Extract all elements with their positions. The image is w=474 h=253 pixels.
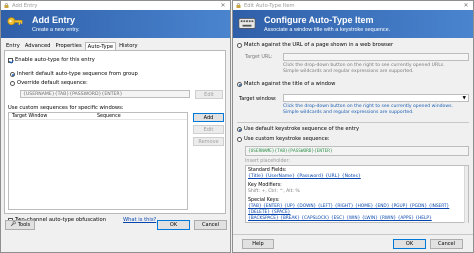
add-button[interactable]: Add (193, 113, 224, 122)
help-button[interactable]: Help (242, 239, 274, 249)
enable-auto-type-row[interactable]: Enable auto-type for this entry (8, 57, 95, 63)
tools-button[interactable]: Tools (5, 220, 35, 230)
window-title: Edit Auto-Type Item (244, 2, 295, 9)
target-url-field[interactable] (283, 53, 469, 61)
override-sequence-label: Override default sequence: (17, 80, 88, 86)
match-url-row[interactable]: Match against the URL of a page shown in… (237, 42, 393, 48)
list-header: Target Window Sequence (9, 113, 187, 120)
special-keys-line-3[interactable]: {BACKSPACE} {BREAK} {CAPSLOCK} {ESC} {WI… (248, 216, 432, 221)
banner-title: Configure Auto-Type Item (264, 15, 374, 25)
banner-subtitle: Associate a window title with a keystrok… (264, 27, 391, 33)
enable-auto-type-label: Enable auto-type for this entry (15, 57, 95, 63)
custom-sequence-row[interactable]: Use custom keystroke sequence: (237, 136, 330, 142)
wrench-icon (10, 221, 16, 229)
placeholder-box: Standard Fields: {Title} {UserName} {Pas… (245, 165, 469, 223)
inherit-sequence-radio[interactable] (10, 71, 15, 77)
tab-history[interactable]: History (117, 42, 139, 50)
default-sequence-radio[interactable] (237, 126, 242, 132)
keepass-lock-icon (236, 2, 241, 8)
insert-placeholder-label: Insert placeholder: (245, 159, 290, 164)
column-sequence[interactable]: Sequence (95, 113, 121, 119)
what-is-this-link[interactable]: What is this? (123, 217, 156, 223)
edit-association-button[interactable]: Edit (193, 125, 224, 134)
column-target-window[interactable]: Target Window (9, 113, 95, 119)
tab-advanced[interactable]: Advanced (23, 42, 53, 50)
bottom-divider (233, 234, 473, 235)
tab-entry[interactable]: Entry (4, 42, 22, 50)
standard-fields-links[interactable]: {Title} {UserName} {Password} {URL} {Not… (248, 174, 361, 179)
remove-button[interactable]: Remove (193, 137, 224, 146)
divider (237, 122, 469, 123)
title-hint-1: Click the drop-down button on the right … (283, 104, 453, 109)
custom-sequences-caption: Use custom sequences for specific window… (8, 105, 124, 111)
banner: Add Entry Create a new entry. (1, 10, 230, 38)
override-sequence-field[interactable]: {USERNAME}{TAB}{PASSWORD}{ENTER} (20, 90, 190, 98)
banner-subtitle: Create a new entry. (32, 27, 80, 33)
key-modifiers-heading: Key Modifiers: (248, 183, 282, 188)
tab-properties[interactable]: Properties (53, 42, 83, 50)
banner-title: Add Entry (32, 15, 76, 25)
custom-sequence-radio[interactable] (237, 136, 242, 142)
window-associations-list[interactable]: Target Window Sequence (8, 112, 188, 210)
edit-sequence-button[interactable]: Edit (195, 90, 223, 99)
target-window-combo[interactable]: ▼ (283, 94, 469, 102)
match-url-radio[interactable] (237, 42, 242, 48)
keyboard-icon (238, 18, 256, 29)
scrollbar[interactable] (464, 166, 468, 223)
special-keys-line-2[interactable]: {DELETE} {SPACE} (248, 210, 290, 215)
keepass-lock-icon (4, 2, 9, 8)
default-sequence-row[interactable]: Use default keystroke sequence of the en… (237, 126, 359, 132)
add-entry-window: Add Entry ✕ Add Entry Create a new entry… (0, 0, 231, 253)
default-sequence-label: Use default keystroke sequence of the en… (244, 126, 360, 132)
override-sequence-radio[interactable] (10, 80, 15, 86)
config-titlebar: Edit Auto-Type Item ✕ (233, 1, 473, 10)
override-sequence-row[interactable]: Override default sequence: (10, 80, 88, 86)
keystroke-sequence-field[interactable]: {USERNAME}{TAB}{PASSWORD}{ENTER} (245, 146, 469, 156)
url-hint-1: Click the drop-down button on the right … (283, 63, 445, 68)
key-modifiers-text: Shift: +, Ctrl: ^, Alt: % (248, 189, 300, 194)
add-entry-titlebar: Add Entry ✕ (1, 1, 230, 10)
key-icon (7, 17, 23, 26)
window-title: Add Entry (12, 2, 38, 9)
url-hint-2: Simple wildcards and regular expressions… (283, 69, 414, 74)
match-url-label: Match against the URL of a page shown in… (244, 42, 394, 48)
ok-button[interactable]: OK (393, 239, 426, 249)
chevron-down-icon[interactable]: ▼ (463, 95, 466, 101)
tools-label: Tools (17, 222, 31, 228)
match-title-label: Match against the title of a window (244, 81, 336, 87)
ok-button[interactable]: OK (157, 220, 190, 230)
inherit-sequence-row[interactable]: Inherit default auto-type sequence from … (10, 71, 138, 77)
custom-sequence-label: Use custom keystroke sequence: (244, 136, 330, 142)
special-keys-line-1[interactable]: {TAB} {ENTER} {UP} {DOWN} {LEFT} {RIGHT}… (248, 204, 449, 209)
inherit-sequence-label: Inherit default auto-type sequence from … (17, 71, 138, 77)
standard-fields-heading: Standard Fields: (248, 168, 287, 173)
title-hint-2: Simple wildcards and regular expressions… (283, 110, 414, 115)
enable-auto-type-checkbox[interactable] (8, 57, 13, 63)
cancel-button[interactable]: Cancel (194, 220, 227, 230)
cancel-button[interactable]: Cancel (430, 239, 463, 249)
banner: Configure Auto-Type Item Associate a win… (233, 10, 473, 38)
close-icon[interactable]: ✕ (216, 1, 230, 10)
edit-auto-type-item-window: Edit Auto-Type Item ✕ Configure Auto-Typ… (232, 0, 474, 253)
custom-sequences-label: Use custom sequences for specific window… (8, 105, 124, 111)
special-keys-heading: Special Keys: (248, 198, 280, 203)
match-title-radio[interactable] (237, 81, 242, 87)
match-title-row[interactable]: Match against the title of a window (237, 81, 335, 87)
target-url-label: Target URL: (245, 55, 273, 60)
auto-type-panel: Enable auto-type for this entry Inherit … (4, 50, 226, 223)
close-icon[interactable]: ✕ (459, 1, 473, 10)
target-window-label: Target window: (239, 96, 277, 102)
